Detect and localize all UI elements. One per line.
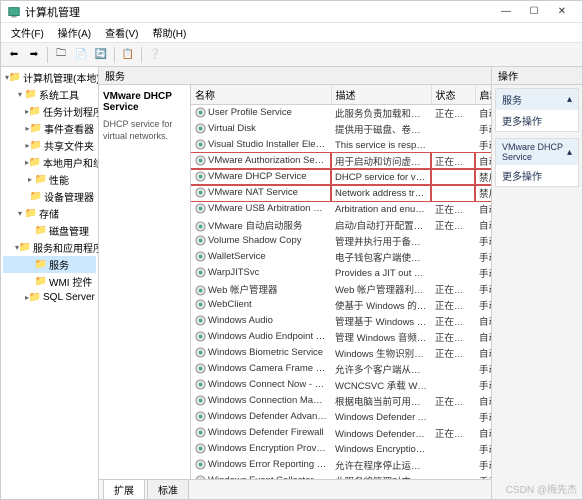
window-title: 计算机管理 bbox=[25, 4, 492, 20]
maximize-button[interactable]: ☐ bbox=[520, 2, 548, 22]
minimize-button[interactable]: — bbox=[492, 2, 520, 22]
menubar: 文件(F) 操作(A) 查看(V) 帮助(H) bbox=[1, 23, 582, 43]
actions-pane: 操作 服务▴ 更多操作 VMware DHCP Service▴ 更多操作 bbox=[492, 67, 582, 499]
service-row[interactable]: Windows Encryption Provider Ho...Windows… bbox=[191, 441, 491, 457]
service-row[interactable]: VMware DHCP ServiceDHCP service for virt… bbox=[191, 169, 491, 185]
help-button[interactable]: ❔ bbox=[146, 46, 164, 64]
tree-node[interactable]: 📁磁盘管理 bbox=[3, 222, 96, 239]
show-hide-button[interactable]: 🗀 bbox=[52, 46, 70, 64]
col-status[interactable]: 状态 bbox=[431, 85, 475, 105]
col-desc[interactable]: 描述 bbox=[331, 85, 431, 105]
properties-button[interactable]: 📄 bbox=[72, 46, 90, 64]
menu-action[interactable]: 操作(A) bbox=[52, 23, 97, 42]
service-row[interactable]: Windows Connect Now - Config R...WCNCSVC… bbox=[191, 377, 491, 393]
nav-tree[interactable]: ▾📁计算机管理(本地)▾📁系统工具▸📁任务计划程序▸📁事件查看器▸📁共享文件夹▸… bbox=[1, 67, 99, 499]
service-row[interactable]: Windows Defender FirewallWindows Defende… bbox=[191, 425, 491, 441]
tree-node[interactable]: ▸📁性能 bbox=[3, 171, 96, 188]
service-row[interactable]: VMware USB Arbitration ServiceArbitratio… bbox=[191, 201, 491, 217]
toolbar: ⬅ ➡ 🗀 📄 🔄 📋 ❔ bbox=[1, 43, 582, 67]
col-startup[interactable]: 启动类型 bbox=[475, 85, 491, 105]
menu-help[interactable]: 帮助(H) bbox=[146, 23, 192, 42]
service-row[interactable]: Virtual Disk提供用于磁盘、卷、...手动本地系统 bbox=[191, 121, 491, 137]
service-row[interactable]: WarpJITSvcProvides a JIT out of ...手动(触发… bbox=[191, 265, 491, 281]
service-row[interactable]: Web 帐户管理器Web 帐户管理器利用此...正在运行手动本地系统 bbox=[191, 281, 491, 297]
service-row[interactable]: Windows Audio Endpoint Builder管理 Windows… bbox=[191, 329, 491, 345]
refresh-button[interactable]: 🔄 bbox=[92, 46, 110, 64]
service-row[interactable]: Windows Connection Manager根据电脑当前可用的网...正… bbox=[191, 393, 491, 409]
service-row[interactable]: Windows Biometric ServiceWindows 生物识别服务.… bbox=[191, 345, 491, 361]
tree-node[interactable]: 📁服务 bbox=[3, 256, 96, 273]
tree-node[interactable]: ▸📁本地用户和组 bbox=[3, 154, 96, 171]
action-group-selected: VMware DHCP Service▴ bbox=[496, 139, 578, 165]
titlebar: 计算机管理 — ☐ ✕ bbox=[1, 1, 582, 23]
tree-node[interactable]: ▾📁存储 bbox=[3, 205, 96, 222]
service-row[interactable]: VMware NAT ServiceNetwork address tra...… bbox=[191, 185, 491, 201]
forward-button[interactable]: ➡ bbox=[25, 46, 43, 64]
tree-node[interactable]: ▾📁系统工具 bbox=[3, 86, 96, 103]
service-list[interactable]: 名称 描述 状态 启动类型 登录为 User Profile Service此服… bbox=[191, 85, 491, 479]
service-row[interactable]: Visual Studio Installer Elevation Se...T… bbox=[191, 137, 491, 153]
tab-standard[interactable]: 标准 bbox=[147, 479, 189, 499]
actions-header: 操作 bbox=[492, 67, 582, 85]
service-row[interactable]: WalletService电子钱包客户端使用的...手动本地系统 bbox=[191, 249, 491, 265]
back-button[interactable]: ⬅ bbox=[5, 46, 23, 64]
col-name[interactable]: 名称 bbox=[191, 85, 331, 105]
tree-node[interactable]: ▸📁共享文件夹 bbox=[3, 137, 96, 154]
tree-node[interactable]: ▸📁SQL Server Configura bbox=[3, 290, 96, 304]
action-group-services: 服务▴ bbox=[496, 89, 578, 110]
service-row[interactable]: Windows Audio管理基于 Windows 的...正在运行自动本地服务 bbox=[191, 313, 491, 329]
export-button[interactable]: 📋 bbox=[119, 46, 137, 64]
service-row[interactable]: Windows Error Reporting Service允许在程序停止运行… bbox=[191, 457, 491, 473]
service-row[interactable]: WebClient使基于 Windows 的程...正在运行手动(触发...本地… bbox=[191, 297, 491, 313]
tree-node[interactable]: 📁设备管理器 bbox=[3, 188, 96, 205]
tree-node[interactable]: ▸📁事件查看器 bbox=[3, 120, 96, 137]
view-tabs: 扩展 标准 bbox=[99, 479, 491, 499]
detail-desc: DHCP service for virtual networks. bbox=[103, 119, 186, 142]
service-row[interactable]: VMware 自动启动服务启动/自动打开配置文...正在运行自动本地系统 bbox=[191, 217, 491, 233]
service-row[interactable]: VMware Authorization Service用于启动和访问虚拟机..… bbox=[191, 153, 491, 169]
tree-node[interactable]: ▾📁计算机管理(本地) bbox=[3, 69, 96, 86]
tree-node[interactable]: ▸📁任务计划程序 bbox=[3, 103, 96, 120]
service-row[interactable]: User Profile Service此服务负责加载和卸...正在运行自动本地… bbox=[191, 105, 491, 122]
app-icon bbox=[7, 5, 21, 19]
close-button[interactable]: ✕ bbox=[548, 2, 576, 22]
detail-title: VMware DHCP Service bbox=[103, 91, 186, 113]
tree-node[interactable]: 📁WMI 控件 bbox=[3, 273, 96, 290]
service-row[interactable]: Windows Camera Frame Server允许多个客户端从相机...… bbox=[191, 361, 491, 377]
tab-extended[interactable]: 扩展 bbox=[103, 479, 145, 499]
action-more-1[interactable]: 更多操作 bbox=[496, 110, 578, 131]
menu-view[interactable]: 查看(V) bbox=[99, 23, 144, 42]
service-row[interactable]: Windows Defender Advanced Thr...Windows … bbox=[191, 409, 491, 425]
center-header: 服务 bbox=[99, 67, 491, 85]
service-row[interactable]: Volume Shadow Copy管理并执行用于备份和...手动本地系统 bbox=[191, 233, 491, 249]
detail-pane: VMware DHCP Service DHCP service for vir… bbox=[99, 85, 191, 479]
action-more-2[interactable]: 更多操作 bbox=[496, 165, 578, 186]
tree-node[interactable]: ▾📁服务和应用程序 bbox=[3, 239, 96, 256]
menu-file[interactable]: 文件(F) bbox=[5, 23, 50, 42]
